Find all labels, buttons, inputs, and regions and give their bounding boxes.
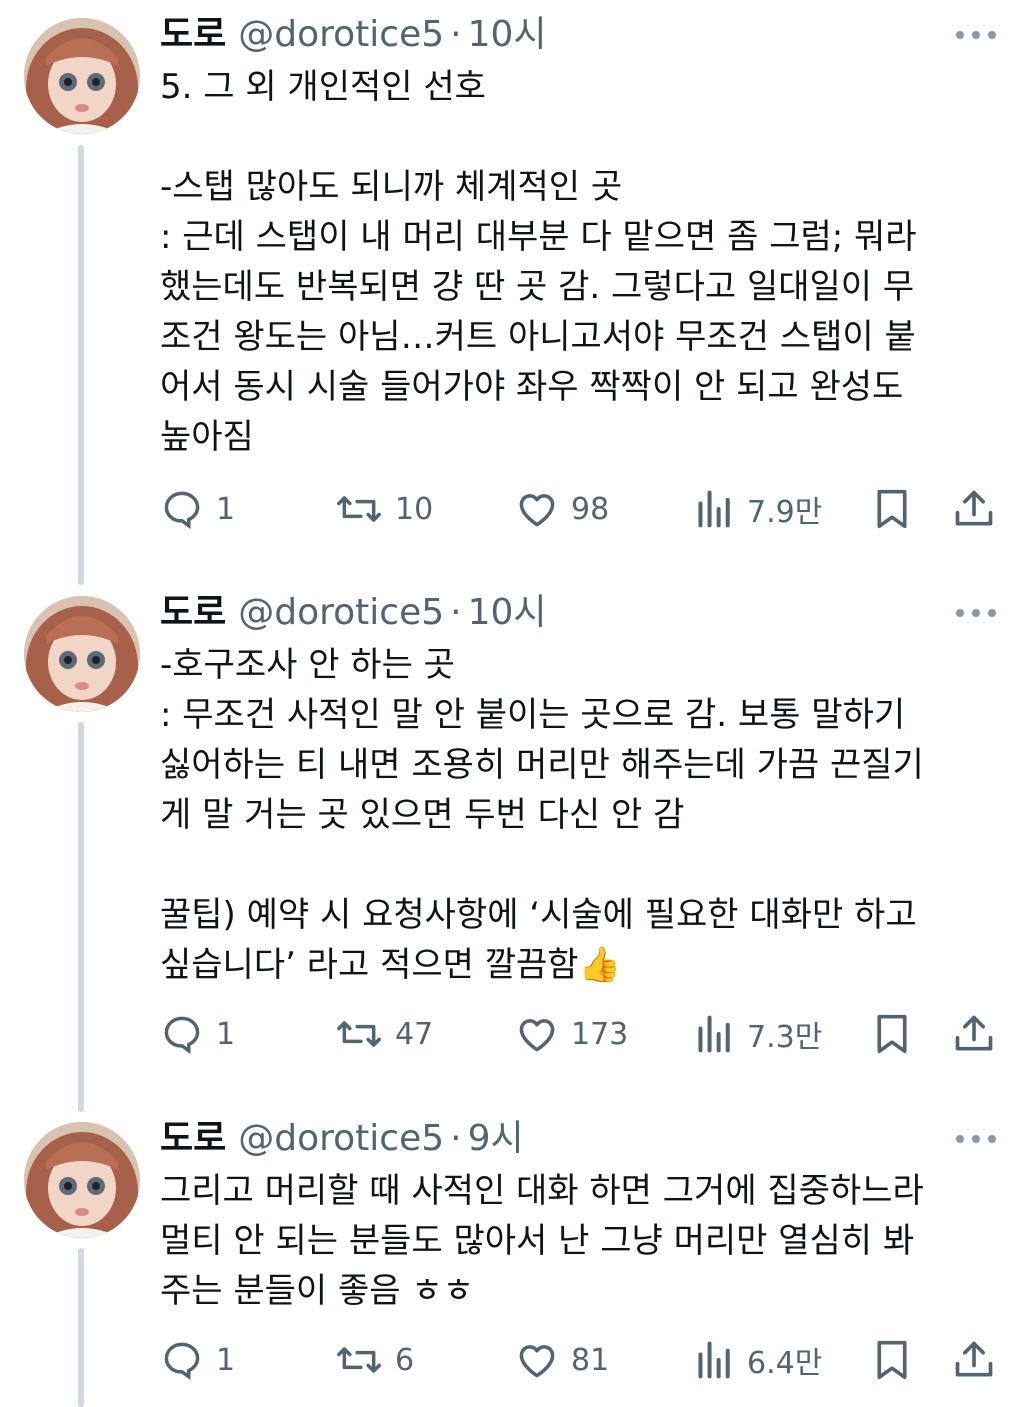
separator-dot: · <box>450 592 462 633</box>
like-button[interactable]: 98 <box>515 485 609 533</box>
heart-icon <box>519 1345 555 1378</box>
avatar[interactable] <box>24 1122 140 1238</box>
action-bar: 1 47 173 7.3만 <box>160 1010 1000 1058</box>
reply-button[interactable]: 1 <box>160 1336 235 1384</box>
retweet-icon <box>337 1021 381 1047</box>
tweet-text: -호구조사 안 하는 곳 : 무조건 사적인 말 안 붙이는 곳으로 감. 보통… <box>160 640 990 990</box>
reply-button[interactable]: 1 <box>160 1010 235 1058</box>
heart-icon <box>519 1019 555 1052</box>
views-count: 7.3만 <box>747 1020 823 1055</box>
like-count: 173 <box>571 1016 629 1052</box>
tweet[interactable]: 도로 @dorotice5 · 9시 그리고 머리할 때 사적인 대화 하면 그… <box>0 1114 1024 1407</box>
share-icon <box>955 1341 993 1377</box>
views-button[interactable]: 7.3만 <box>695 1010 822 1058</box>
display-name[interactable]: 도로 <box>160 588 226 638</box>
tweet-header: 도로 @dorotice5 · 10시 <box>160 588 547 638</box>
avatar[interactable] <box>24 18 140 134</box>
share-button[interactable] <box>952 1336 996 1384</box>
more-icon[interactable] <box>956 596 996 630</box>
like-count: 81 <box>571 1342 610 1378</box>
views-icon <box>698 1341 730 1379</box>
views-button[interactable]: 7.9만 <box>695 485 822 533</box>
bookmark-icon <box>877 489 907 529</box>
avatar-image <box>24 596 140 712</box>
bookmark-button[interactable] <box>872 485 912 533</box>
reply-icon <box>164 1016 200 1055</box>
share-button[interactable] <box>952 485 996 533</box>
avatar[interactable] <box>24 596 140 712</box>
bookmark-icon <box>877 1340 907 1380</box>
display-name[interactable]: 도로 <box>160 1114 226 1164</box>
reply-icon <box>164 1342 200 1381</box>
heart-icon <box>519 494 555 527</box>
like-button[interactable]: 81 <box>515 1336 609 1384</box>
like-count: 98 <box>571 491 610 527</box>
separator-dot: · <box>450 14 462 55</box>
reply-button[interactable]: 1 <box>160 485 235 533</box>
reply-count: 1 <box>216 491 236 527</box>
retweet-count: 47 <box>395 1016 434 1052</box>
avatar-image <box>24 18 140 134</box>
share-icon <box>955 1015 993 1051</box>
avatar-image <box>24 1122 140 1238</box>
bookmark-icon <box>877 1014 907 1054</box>
views-count: 7.9만 <box>747 495 823 530</box>
tweet-header: 도로 @dorotice5 · 10시 <box>160 10 547 60</box>
share-icon <box>955 490 993 526</box>
retweet-button[interactable]: 10 <box>335 485 433 533</box>
display-name[interactable]: 도로 <box>160 10 226 60</box>
tweet[interactable]: 도로 @dorotice5 · 10시 5. 그 외 개인적인 선호 -스탭 많… <box>0 10 1024 570</box>
reply-count: 1 <box>216 1016 236 1052</box>
action-bar: 1 10 98 7.9만 <box>160 485 1000 533</box>
action-bar: 1 6 81 6.4만 <box>160 1336 1000 1384</box>
timestamp[interactable]: 9시 <box>468 1114 524 1164</box>
tweet-text: 그리고 머리할 때 사적인 대화 하면 그거에 집중하느라 멀티 안 되는 분들… <box>160 1171 924 1311</box>
reply-count: 1 <box>216 1342 236 1378</box>
retweet-button[interactable]: 6 <box>335 1336 414 1384</box>
retweet-icon <box>337 1347 381 1373</box>
tweet-text-content: -호구조사 안 하는 곳 : 무조건 사적인 말 안 붙이는 곳으로 감. 보통… <box>160 645 924 985</box>
timestamp[interactable]: 10시 <box>468 588 547 638</box>
user-handle[interactable]: @dorotice5 <box>238 10 444 60</box>
views-icon <box>698 1015 730 1053</box>
views-count: 6.4만 <box>747 1346 823 1381</box>
thumbs-up-emoji: 👍 <box>578 945 621 985</box>
bookmark-button[interactable] <box>872 1336 912 1384</box>
reply-icon <box>164 491 200 530</box>
tweet[interactable]: 도로 @dorotice5 · 10시 -호구조사 안 하는 곳 : 무조건 사… <box>0 588 1024 1088</box>
bookmark-button[interactable] <box>872 1010 912 1058</box>
views-icon <box>698 490 730 528</box>
user-handle[interactable]: @dorotice5 <box>238 1114 444 1164</box>
retweet-button[interactable]: 47 <box>335 1010 433 1058</box>
like-button[interactable]: 173 <box>515 1010 628 1058</box>
separator-dot: · <box>450 1118 462 1159</box>
share-button[interactable] <box>952 1010 996 1058</box>
retweet-count: 10 <box>395 491 434 527</box>
more-icon[interactable] <box>956 18 996 52</box>
more-icon[interactable] <box>956 1122 996 1156</box>
retweet-count: 6 <box>395 1342 415 1378</box>
tweet-text: 5. 그 외 개인적인 선호 -스탭 많아도 되니까 체계적인 곳 : 근데 스… <box>160 67 917 457</box>
retweet-icon <box>337 496 381 522</box>
tweet-header: 도로 @dorotice5 · 9시 <box>160 1114 524 1164</box>
user-handle[interactable]: @dorotice5 <box>238 588 444 638</box>
timestamp[interactable]: 10시 <box>468 10 547 60</box>
views-button[interactable]: 6.4만 <box>695 1336 822 1384</box>
